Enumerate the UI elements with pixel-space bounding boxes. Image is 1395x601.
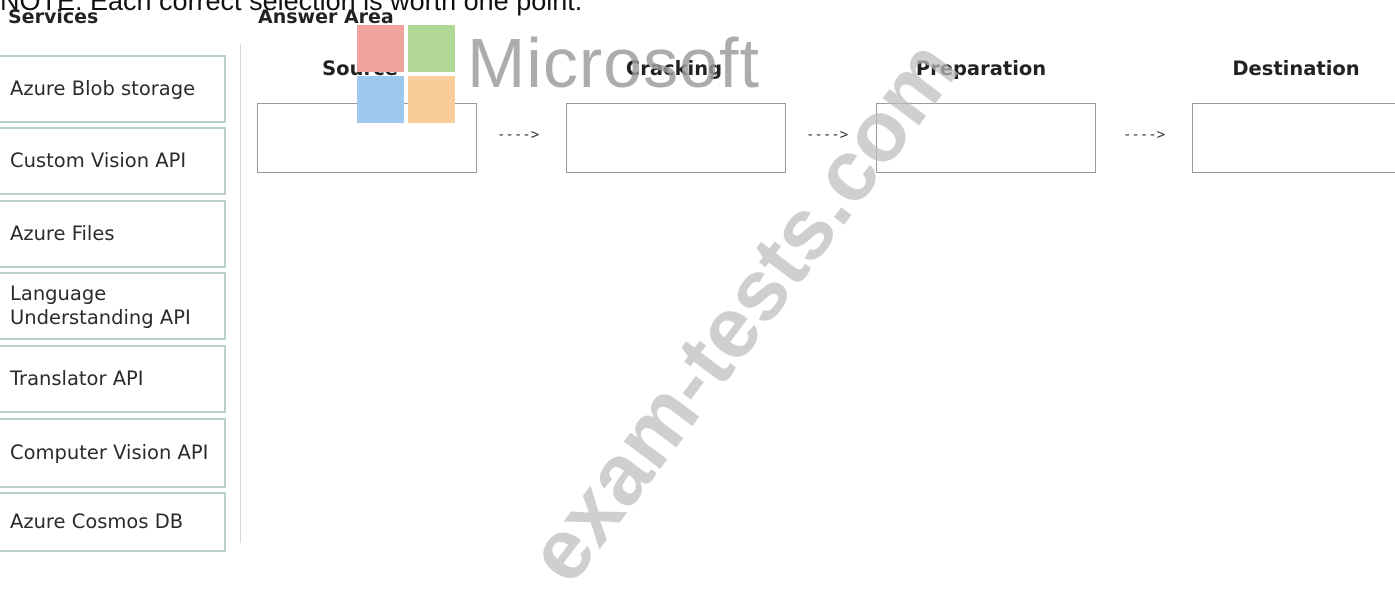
logo-blue-square [357, 76, 404, 123]
logo-green-square [408, 25, 455, 72]
panel-divider [240, 44, 241, 543]
service-language-understanding-api[interactable]: Language Understanding API [0, 272, 226, 340]
service-label: Azure Files [10, 221, 115, 245]
flow-arrow: ----> [497, 127, 540, 143]
microsoft-logo-icon [357, 25, 455, 123]
service-azure-files[interactable]: Azure Files [0, 200, 226, 268]
service-label: Azure Blob storage [10, 76, 196, 100]
logo-red-square [357, 25, 404, 72]
service-label: Translator API [10, 366, 144, 390]
brand-watermark: Microsoft [467, 24, 760, 102]
flow-arrow: ----> [1123, 127, 1166, 143]
service-custom-vision-api[interactable]: Custom Vision API [0, 127, 226, 195]
service-azure-blob-storage[interactable]: Azure Blob storage [0, 55, 226, 123]
drop-target-destination[interactable] [1192, 103, 1395, 173]
service-azure-cosmos-db[interactable]: Azure Cosmos DB [0, 492, 226, 552]
stage-label-destination: Destination [1232, 57, 1360, 80]
service-label: Azure Cosmos DB [10, 509, 184, 533]
services-heading: Services [8, 6, 99, 28]
service-label: Language Understanding API [10, 281, 191, 329]
service-label: Computer Vision API [10, 440, 209, 464]
logo-yellow-square [408, 76, 455, 123]
service-computer-vision-api[interactable]: Computer Vision API [0, 418, 226, 488]
drop-target-cracking[interactable] [566, 103, 786, 173]
service-label: Custom Vision API [10, 148, 187, 172]
service-translator-api[interactable]: Translator API [0, 345, 226, 413]
